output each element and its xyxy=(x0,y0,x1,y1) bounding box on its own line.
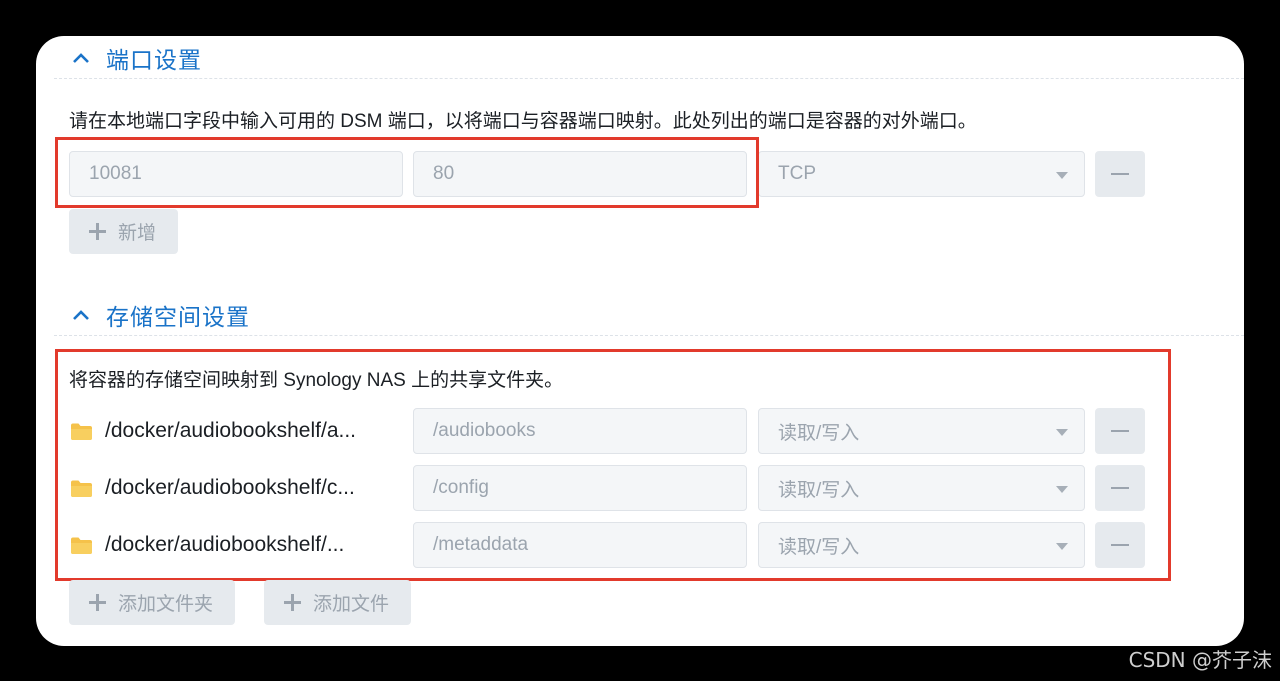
minus-icon xyxy=(1111,173,1129,175)
storage-section-header[interactable]: 存储空间设置 xyxy=(70,298,250,332)
storage-section-title: 存储空间设置 xyxy=(106,304,250,330)
dropdown-caret-icon xyxy=(1056,172,1068,179)
port-row-highlight xyxy=(55,137,759,208)
add-file-label: 添加文件 xyxy=(313,594,390,615)
watermark: CSDN @芥子沫 xyxy=(1128,648,1272,672)
plus-icon xyxy=(89,223,106,240)
protocol-select[interactable]: TCP xyxy=(758,151,1085,197)
port-section-header[interactable]: 端口设置 xyxy=(70,41,202,75)
remove-port-button[interactable] xyxy=(1095,151,1145,197)
plus-icon xyxy=(284,594,301,611)
add-port-button[interactable]: 新增 xyxy=(69,209,179,254)
section-divider xyxy=(54,78,1244,79)
add-file-button[interactable]: 添加文件 xyxy=(264,580,412,625)
section-divider xyxy=(54,335,1244,336)
add-folder-label: 添加文件夹 xyxy=(118,594,214,615)
protocol-select-value: TCP xyxy=(778,163,816,184)
chevron-up-icon[interactable] xyxy=(70,47,92,69)
port-section-title: 端口设置 xyxy=(106,47,202,73)
port-section-description: 请在本地端口字段中输入可用的 DSM 端口，以将端口与容器端口映射。此处列出的端… xyxy=(69,111,977,132)
add-folder-button[interactable]: 添加文件夹 xyxy=(69,580,236,625)
plus-icon xyxy=(89,594,106,611)
storage-rows-highlight xyxy=(55,349,1171,581)
chevron-up-icon[interactable] xyxy=(70,304,92,326)
add-port-label: 新增 xyxy=(118,223,157,244)
docker-settings-panel: 端口设置 请在本地端口字段中输入可用的 DSM 端口，以将端口与容器端口映射。此… xyxy=(36,36,1244,646)
